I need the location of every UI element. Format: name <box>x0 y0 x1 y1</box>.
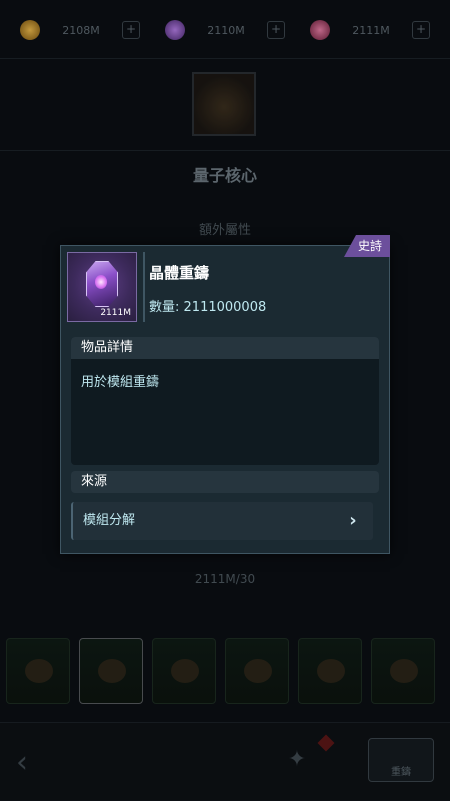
item-name: 晶體重鑄 <box>149 264 210 282</box>
go-arrow-icon: › <box>349 510 357 531</box>
quantity-label: 數量: <box>149 300 180 315</box>
source-module-dismantle-button[interactable]: 模組分解 › <box>71 502 373 540</box>
crystal-glow <box>95 275 107 289</box>
item-description: 用於模組重鑄 <box>81 375 160 390</box>
divider <box>143 252 145 322</box>
source-header: 來源 <box>71 471 379 493</box>
source-item-label: 模組分解 <box>83 513 136 528</box>
item-detail-modal: 史詩 2111M 晶體重鑄 數量: 2111000008 物品詳情 用於模組重鑄… <box>60 235 390 554</box>
icon-quantity: 2111M <box>100 308 131 318</box>
details-header: 物品詳情 <box>71 337 379 359</box>
quantity-value: 2111000008 <box>183 300 267 315</box>
quantity-row: 數量: 2111000008 <box>149 296 266 315</box>
crystal-item-icon: 2111M <box>67 252 137 322</box>
item-details-panel: 物品詳情 用於模組重鑄 <box>71 337 379 465</box>
